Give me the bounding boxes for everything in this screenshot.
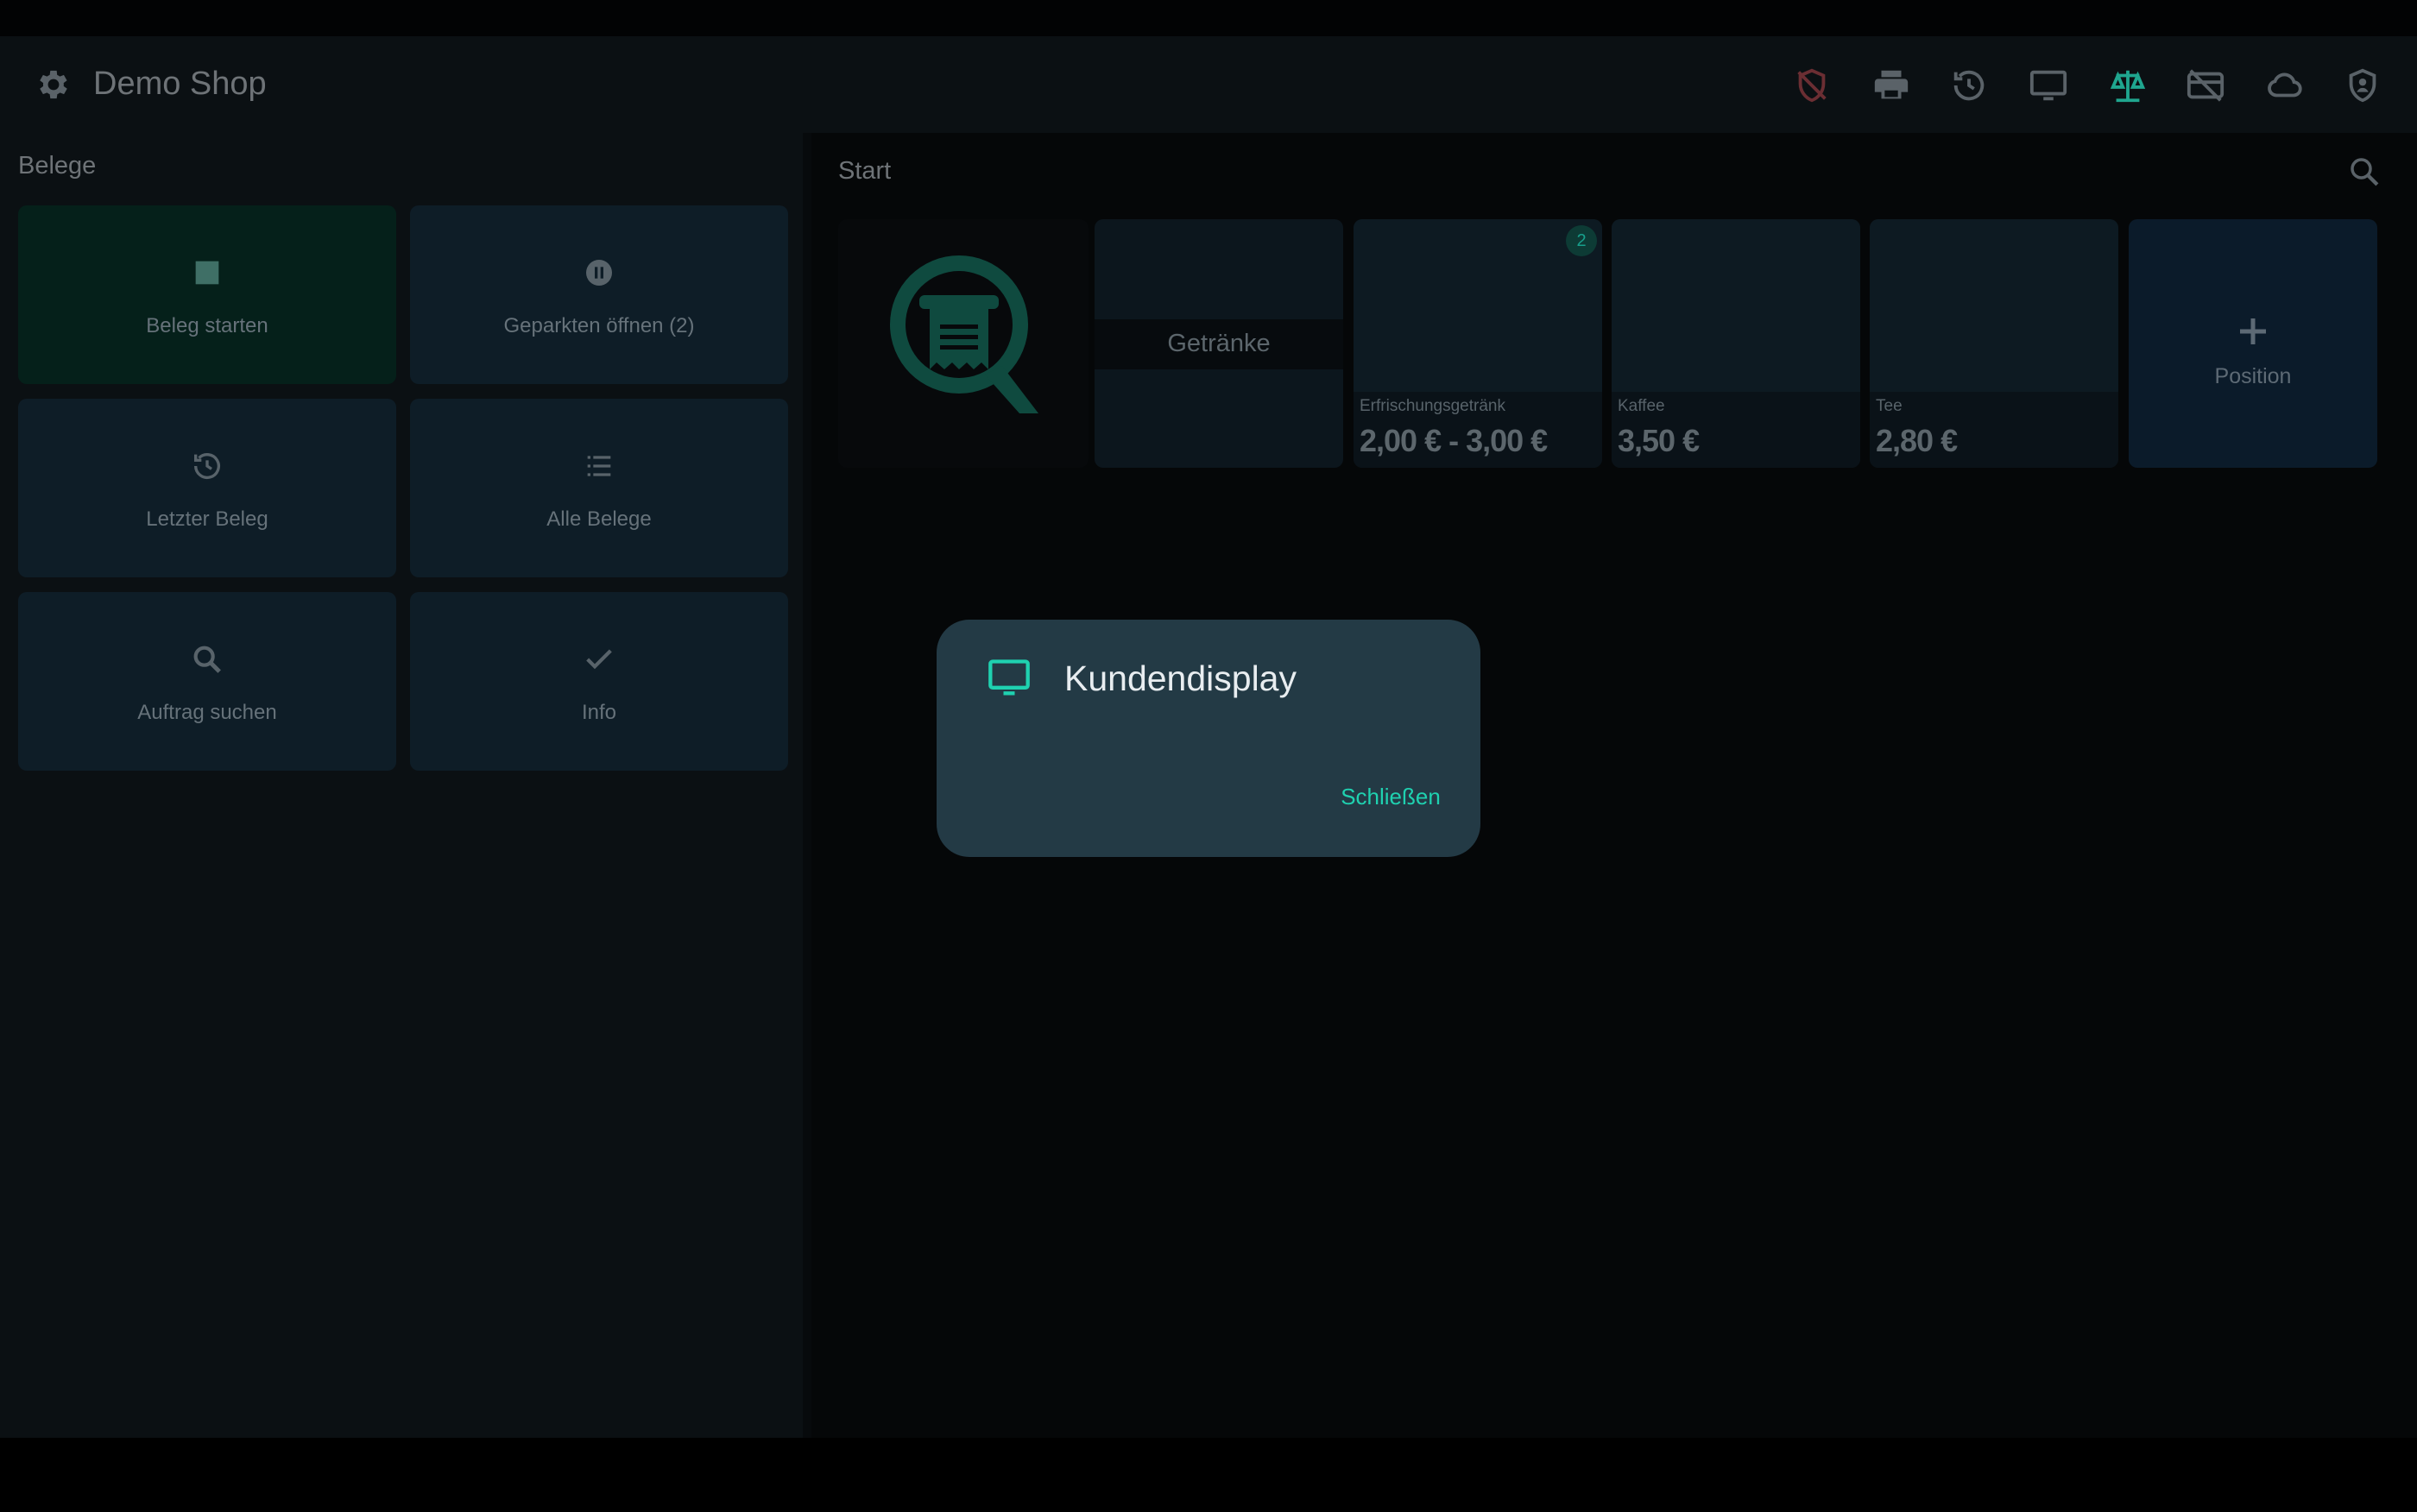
product-tile-tea[interactable]: Tee 2,80 € [1870, 219, 2118, 468]
panel-title: Belege [18, 152, 97, 180]
tile-label: Alle Belege [546, 507, 652, 531]
product-image [1612, 219, 1860, 392]
cloud-icon[interactable] [2265, 66, 2305, 105]
status-strip [0, 0, 2417, 36]
open-parked-tile[interactable]: Geparkten öffnen (2) [410, 205, 788, 384]
product-name: Kaffee [1618, 397, 1665, 415]
tile-label: Info [581, 701, 617, 724]
tile-label: Letzter Beleg [146, 507, 268, 531]
section-title: Start [838, 157, 892, 185]
list-icon [587, 456, 611, 476]
category-label: Getränke [1167, 330, 1271, 357]
search-order-tile[interactable]: Auftrag suchen [18, 592, 396, 771]
product-price: 2,80 € [1876, 423, 1958, 458]
product-name: Erfrischungsgetränk [1360, 397, 1505, 415]
all-receipts-tile[interactable]: Alle Belege [410, 399, 788, 577]
monitor-icon [988, 659, 1030, 696]
card-off-icon[interactable] [2186, 66, 2225, 105]
plus-icon [2240, 318, 2266, 344]
scale-icon[interactable] [2108, 66, 2148, 105]
shield-off-icon[interactable] [1792, 66, 1832, 105]
panel-divider [803, 133, 811, 1438]
printer-icon[interactable] [1871, 66, 1911, 105]
product-price: 3,50 € [1618, 423, 1700, 458]
brand-logo-card [838, 219, 1089, 468]
start-receipt-tile[interactable]: Beleg starten [18, 205, 396, 384]
history-icon [194, 453, 220, 480]
shop-title: Demo Shop [93, 66, 267, 102]
product-tile-refreshment[interactable]: Erfrischungsgetränk 2,00 € - 3,00 € [1354, 219, 1602, 468]
tile-label: Geparkten öffnen (2) [503, 314, 695, 337]
dialog-title: Kundendisplay [1064, 658, 1297, 698]
tile-label: Beleg starten [146, 314, 268, 337]
info-tile[interactable]: Info [410, 592, 788, 771]
pos-app: Demo Shop Belege Beleg starten Geparkten… [0, 0, 2417, 1512]
product-price: 2,00 € - 3,00 € [1360, 423, 1548, 458]
app-bar: Demo Shop [0, 36, 2417, 133]
tile-label: Auftrag suchen [137, 701, 277, 724]
variant-count-badge: 2 [1566, 225, 1597, 256]
history-icon[interactable] [1949, 66, 1989, 105]
gear-icon[interactable] [35, 66, 73, 104]
shield-user-icon[interactable] [2343, 66, 2382, 105]
product-image [1354, 219, 1602, 392]
search-icon [193, 646, 221, 673]
monitor-icon[interactable] [2029, 66, 2068, 105]
bottom-strip [0, 1438, 2417, 1512]
search-icon[interactable] [2346, 154, 2382, 190]
check-icon [586, 649, 612, 670]
stop-square-icon [195, 261, 219, 285]
add-position-label: Position [2214, 364, 2292, 388]
product-tile-coffee[interactable]: Kaffee 3,50 € [1612, 219, 1860, 468]
product-name: Tee [1876, 397, 1903, 415]
close-button[interactable]: Schließen [1330, 773, 1451, 820]
customer-display-dialog: Kundendisplay Schließen [937, 620, 1480, 857]
category-tile-drinks[interactable]: Getränke [1095, 219, 1343, 468]
last-receipt-tile[interactable]: Letzter Beleg [18, 399, 396, 577]
add-position-tile[interactable]: Position [2129, 219, 2377, 468]
product-image [1870, 219, 2118, 392]
receipt-logo-icon [890, 255, 1038, 413]
pause-circle-icon [586, 260, 612, 286]
